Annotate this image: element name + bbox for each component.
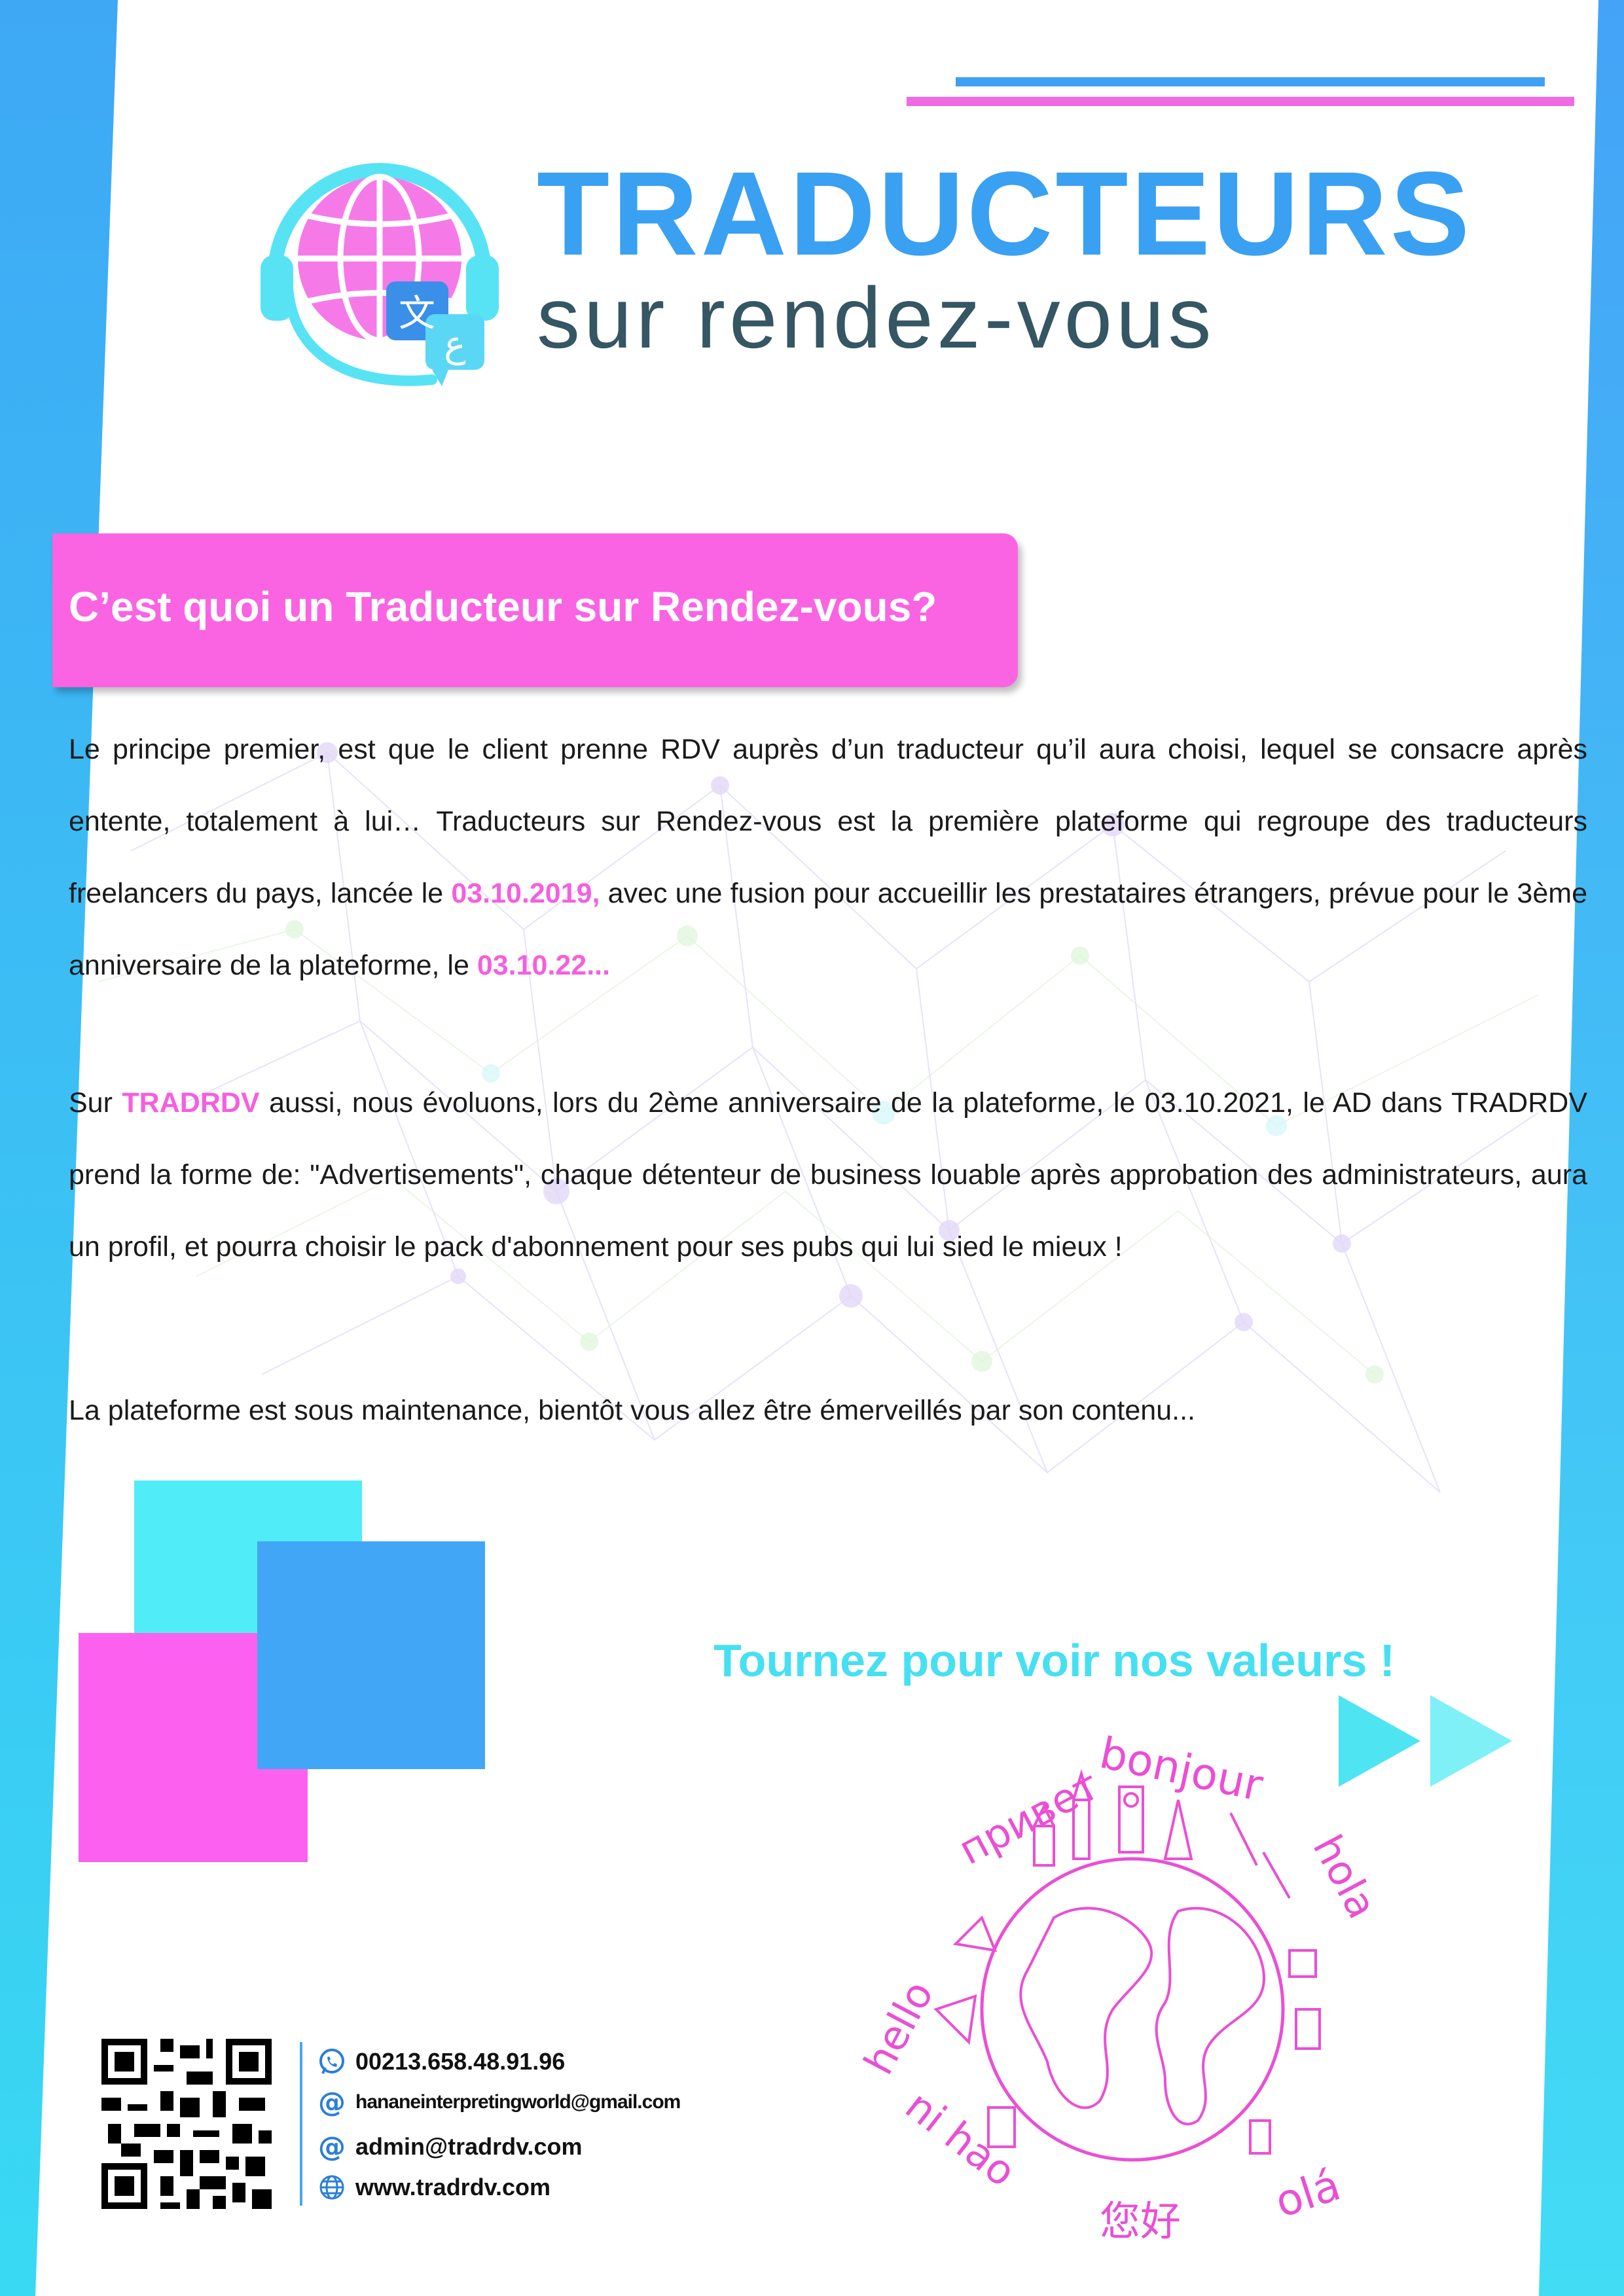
anniversary-date: 03.10.22... (477, 950, 611, 981)
greeting-nihao: ni hao (897, 2081, 1025, 2196)
contact-email2-row[interactable]: @ admin@tradrdv.com (317, 2132, 583, 2161)
world-greetings-illustration: hello привет bonjour hola ni hao olá 您好 (854, 1728, 1387, 2245)
paragraph-maintenance: La plateforme est sous maintenance, bien… (69, 1395, 1195, 1426)
headset-globe-logo-icon: 文 ع (261, 163, 499, 386)
whatsapp-icon (317, 2047, 346, 2076)
values-title: Tournez pour voir nos valeurs ! (713, 1635, 1396, 1686)
top-pink-line (907, 97, 1574, 106)
contact-website-row[interactable]: www.tradrdv.com (317, 2173, 550, 2202)
brand-subtitle: sur rendez-vous (537, 270, 1216, 366)
svg-text:@: @ (318, 2088, 346, 2117)
website-url: www.tradrdv.com (355, 2174, 551, 2200)
greeting-hello: hello (854, 1973, 943, 2083)
svg-text:@: @ (318, 2132, 346, 2161)
at-icon: @ (317, 2132, 346, 2161)
globe-icon (317, 2173, 346, 2202)
paragraph-ads: Sur TRADRDV aussi, nous évoluons, lors d… (69, 1067, 1587, 1283)
paragraph-intro: Le principe premier, est que le client p… (69, 713, 1587, 1001)
contact-phone-row[interactable]: 00213.658.48.91.96 (317, 2047, 565, 2076)
greeting-privet: привет (951, 1761, 1107, 1874)
greeting-ola: olá (1269, 2160, 1346, 2228)
logo-glyph-1: 文 (399, 293, 435, 335)
launch-date: 03.10.2019, (451, 878, 600, 909)
tradrdv-highlight: TRADRDV (122, 1087, 260, 1119)
phone-number: 00213.658.48.91.96 (355, 2048, 566, 2075)
qr-code-icon (101, 2039, 272, 2209)
email-primary: hananeinterpretingworld@gmail.com (355, 2091, 681, 2113)
section-title: C’est quoi un Traducteur sur Rendez-vous… (69, 583, 937, 630)
greeting-hola: hola (1304, 1827, 1387, 1926)
contact-email1-row[interactable]: @ hananeinterpretingworld@gmail.com (317, 2088, 681, 2117)
greeting-bonjour: bonjour (1096, 1728, 1268, 1812)
at-icon: @ (317, 2088, 346, 2117)
decorative-square-blue (257, 1541, 485, 1769)
email-admin: admin@tradrdv.com (355, 2133, 583, 2160)
paragraph-ads-text-b: aussi, nous évoluons, lors du 2ème anniv… (69, 1087, 1587, 1263)
paragraph-ads-text-a: Sur (69, 1087, 122, 1119)
logo-glyph-2: ع (444, 323, 465, 366)
top-blue-line (956, 77, 1545, 86)
greeting-chinese: 您好 (1100, 2197, 1181, 2245)
contact-divider (300, 2042, 302, 2206)
brand-title: TRADUCTEURS (537, 147, 1473, 280)
